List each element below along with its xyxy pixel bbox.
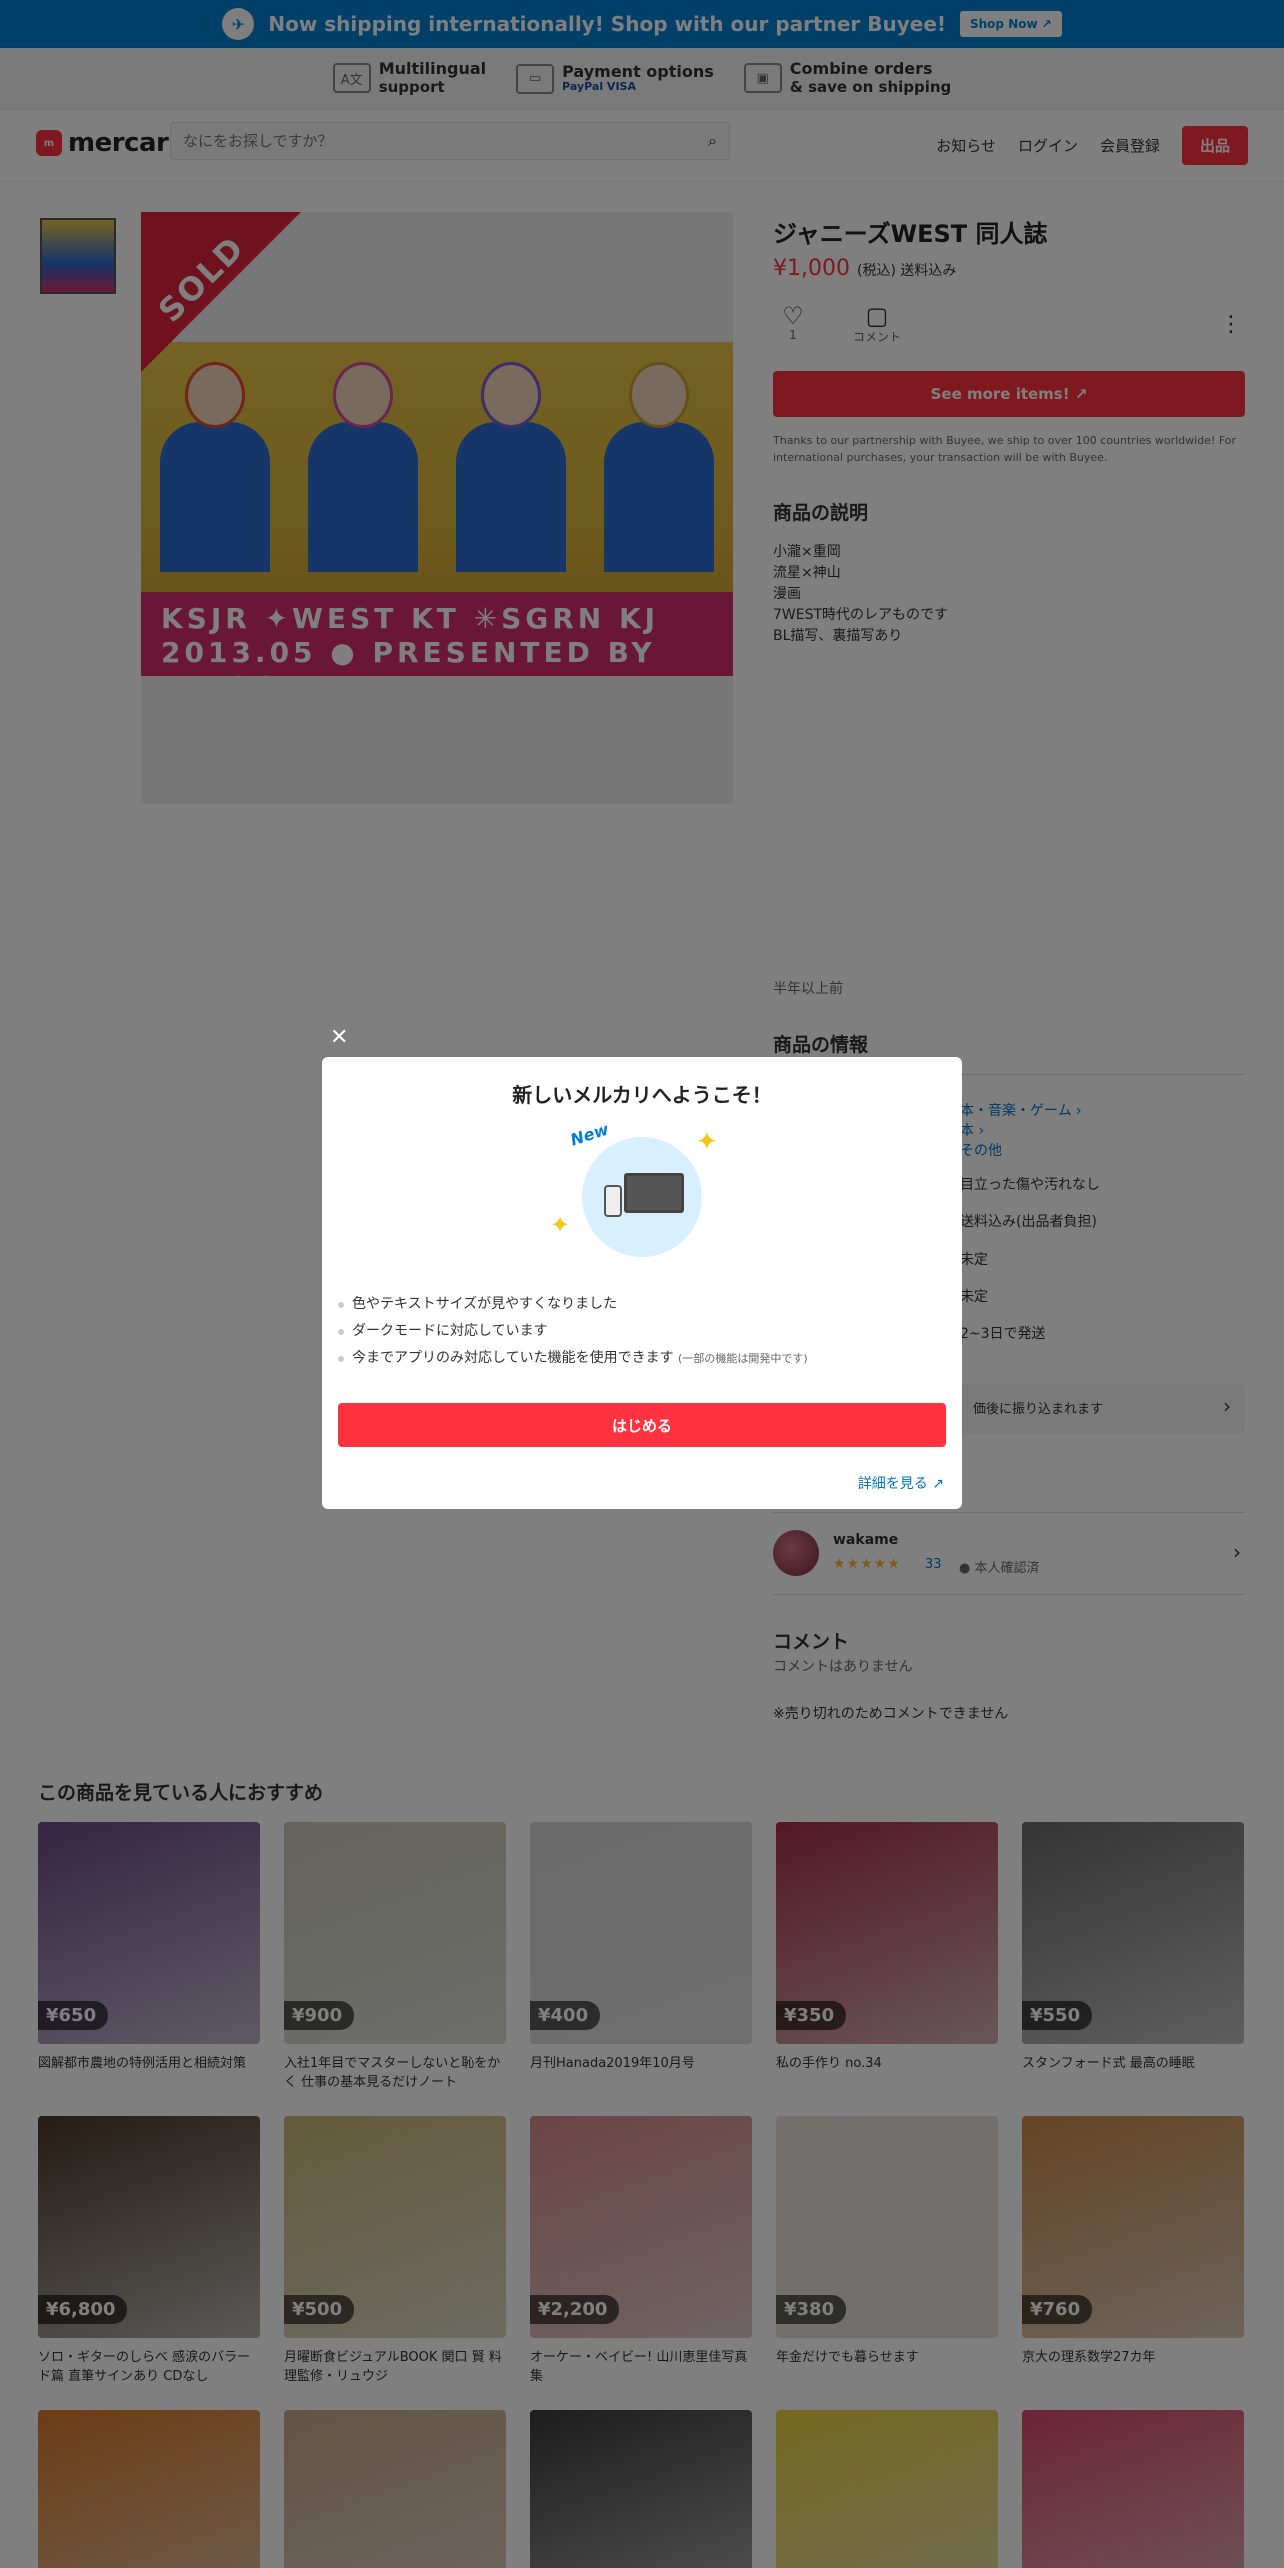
- external-link-icon: ↗: [932, 1476, 944, 1492]
- start-button[interactable]: はじめる: [338, 1403, 946, 1447]
- modal-title: 新しいメルカリへようこそ！: [512, 1083, 772, 1107]
- modal-feature-list: 色やテキストサイズが見やすくなりました ダークモードに対応しています 今までアプ…: [338, 1291, 808, 1372]
- feature-text: 今までアプリのみ対応していた機能を使用できます: [352, 1350, 674, 1366]
- sparkle-icon: ✦: [696, 1127, 718, 1157]
- devices-illustration: New ✦ ✦: [550, 1119, 734, 1259]
- sparkle-icon: ✦: [550, 1211, 571, 1239]
- list-item: 色やテキストサイズが見やすくなりました: [338, 1291, 808, 1318]
- monitor-icon: [624, 1173, 684, 1213]
- phone-icon: [604, 1185, 622, 1217]
- details-label: 詳細を見る: [857, 1476, 928, 1492]
- feature-note: (一部の機能は開発中です): [678, 1352, 808, 1365]
- list-item: ダークモードに対応しています: [338, 1318, 808, 1345]
- details-link[interactable]: 詳細を見る ↗: [858, 1473, 944, 1493]
- close-icon[interactable]: ✕: [330, 1025, 348, 1050]
- new-label: New: [568, 1119, 612, 1150]
- welcome-modal: 新しいメルカリへようこそ！ New ✦ ✦ 色やテキストサイズが見やすくなりまし…: [322, 1057, 962, 1509]
- list-item: 今までアプリのみ対応していた機能を使用できます (一部の機能は開発中です): [338, 1345, 808, 1372]
